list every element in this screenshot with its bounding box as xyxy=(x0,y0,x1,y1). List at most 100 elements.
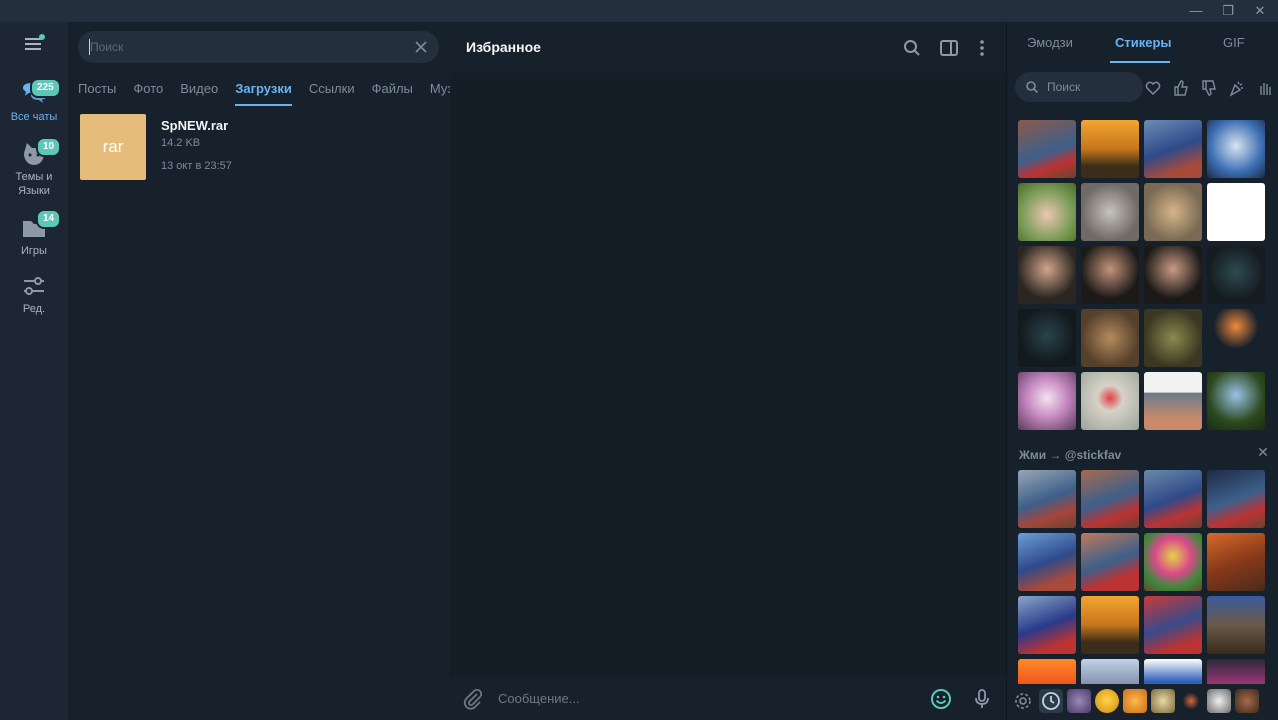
sticker-set-thumb[interactable] xyxy=(1067,689,1091,713)
unread-badge: 225 xyxy=(30,78,61,98)
sticker[interactable] xyxy=(1018,533,1076,591)
folder-games[interactable]: Игры 14 xyxy=(0,209,68,264)
message-history xyxy=(450,73,1006,677)
folder-label: Все чаты xyxy=(10,111,58,123)
sticker-search-input[interactable] xyxy=(1047,78,1137,96)
sticker-sets-bar xyxy=(1007,684,1278,720)
tab-stickers[interactable]: Стикеры xyxy=(1115,35,1172,50)
sticker-set-thumb[interactable] xyxy=(1123,689,1147,713)
sticker[interactable] xyxy=(1207,596,1265,654)
file-size: 14.2 KB xyxy=(161,137,201,149)
sticker[interactable] xyxy=(1018,596,1076,654)
folder-label: Темы и Языки xyxy=(15,171,53,197)
search-icon[interactable] xyxy=(901,37,923,59)
chat-header: Избранное xyxy=(450,22,1006,73)
sticker[interactable] xyxy=(1144,596,1202,654)
tab-gif[interactable]: GIF xyxy=(1223,35,1245,50)
folder-label: Ред. xyxy=(22,303,46,315)
sticker[interactable] xyxy=(1081,372,1139,430)
sticker[interactable] xyxy=(1144,246,1202,304)
sticker[interactable] xyxy=(1081,470,1139,528)
sticker[interactable] xyxy=(1018,470,1076,528)
sticker[interactable] xyxy=(1081,309,1139,367)
sticker[interactable] xyxy=(1207,183,1265,241)
unread-badge: 10 xyxy=(36,137,62,157)
tab-photos[interactable]: Фото xyxy=(133,80,163,106)
edit-folders-button[interactable]: Ред. xyxy=(0,272,68,316)
thumbs-up-filter-icon[interactable] xyxy=(1172,79,1190,97)
gear-icon[interactable] xyxy=(1011,689,1035,713)
sticker[interactable] xyxy=(1207,246,1265,304)
panel-tabs: Эмодзи Стикеры GIF xyxy=(1007,22,1278,64)
sticker[interactable] xyxy=(1081,183,1139,241)
sticker[interactable] xyxy=(1018,309,1076,367)
sticker[interactable] xyxy=(1144,309,1202,367)
message-composer xyxy=(450,677,1006,720)
sticker[interactable] xyxy=(1207,372,1265,430)
sticker-set-thumb[interactable] xyxy=(1235,689,1259,713)
tab-files[interactable]: Файлы xyxy=(372,80,413,106)
party-filter-icon[interactable] xyxy=(1228,79,1246,97)
sticker[interactable] xyxy=(1081,120,1139,178)
sliders-icon xyxy=(24,277,44,295)
file-type-thumbnail: rar xyxy=(80,114,146,180)
sticker[interactable] xyxy=(1144,183,1202,241)
media-search-input[interactable] xyxy=(90,37,400,57)
unread-badge: 14 xyxy=(36,209,62,229)
sidebar-toggle-icon[interactable] xyxy=(938,37,960,59)
sticker[interactable] xyxy=(1081,596,1139,654)
sticker[interactable] xyxy=(1207,533,1265,591)
main-menu-button[interactable] xyxy=(0,34,68,60)
recent-stickers-button[interactable] xyxy=(1039,689,1063,713)
file-name: SpNEW.rar xyxy=(161,118,229,133)
sticker[interactable] xyxy=(1207,120,1265,178)
tab-links[interactable]: Ссылки xyxy=(309,80,355,106)
hamburger-menu-icon xyxy=(25,34,45,50)
minimize-button[interactable]: — xyxy=(1186,2,1206,20)
more-vertical-icon[interactable] xyxy=(971,37,993,59)
tab-posts[interactable]: Посты xyxy=(78,80,116,106)
hand-filter-icon[interactable] xyxy=(1256,79,1274,97)
sticker[interactable] xyxy=(1081,246,1139,304)
close-window-button[interactable]: ✕ xyxy=(1250,2,1270,20)
sticker[interactable] xyxy=(1018,120,1076,178)
sticker-set-thumb[interactable] xyxy=(1151,689,1175,713)
thumbs-down-filter-icon[interactable] xyxy=(1200,79,1218,97)
microphone-icon[interactable] xyxy=(970,687,994,711)
sticker[interactable] xyxy=(1018,246,1076,304)
window-titlebar: — ❐ ✕ xyxy=(0,0,1278,22)
folder-all-chats[interactable]: Все чаты 225 xyxy=(0,78,68,130)
sticker[interactable] xyxy=(1018,183,1076,241)
sticker[interactable] xyxy=(1018,372,1076,430)
message-input[interactable] xyxy=(498,688,898,708)
folder-label: Игры xyxy=(21,245,47,257)
tab-videos[interactable]: Видео xyxy=(180,80,218,106)
chat-title[interactable]: Избранное xyxy=(466,39,541,55)
sticker[interactable] xyxy=(1144,120,1202,178)
sticker[interactable] xyxy=(1207,470,1265,528)
tab-music[interactable]: Музыка xyxy=(430,80,450,106)
sticker[interactable] xyxy=(1081,533,1139,591)
close-section-icon[interactable]: ✕ xyxy=(1256,445,1270,459)
heart-filter-icon[interactable] xyxy=(1144,79,1162,97)
sticker-set-thumb[interactable] xyxy=(1179,689,1203,713)
chat-area: Избранное xyxy=(450,22,1006,720)
tab-emoji[interactable]: Эмодзи xyxy=(1027,35,1073,50)
file-list-item[interactable]: rar SpNEW.rar 14.2 KB 13 окт в 23:57 xyxy=(68,112,450,182)
sticker[interactable] xyxy=(1144,533,1202,591)
sticker[interactable] xyxy=(1144,372,1202,430)
tab-downloads[interactable]: Загрузки xyxy=(235,80,292,106)
media-search-box xyxy=(78,31,439,63)
emoji-icon[interactable] xyxy=(929,687,953,711)
restore-button[interactable]: ❐ xyxy=(1218,2,1238,20)
sticker-set-thumb[interactable] xyxy=(1095,689,1119,713)
sticker[interactable] xyxy=(1144,470,1202,528)
active-tab-indicator xyxy=(1110,61,1170,63)
sticker[interactable] xyxy=(1207,309,1265,367)
attach-icon[interactable] xyxy=(461,687,485,711)
search-icon xyxy=(1026,81,1039,94)
sticker-set-thumb[interactable] xyxy=(1207,689,1231,713)
folder-themes-languages[interactable]: Темы и Языки 10 xyxy=(0,137,68,200)
sticker-set-title[interactable]: Жми → @stickfav xyxy=(1019,448,1121,462)
clear-search-icon[interactable] xyxy=(415,41,427,53)
